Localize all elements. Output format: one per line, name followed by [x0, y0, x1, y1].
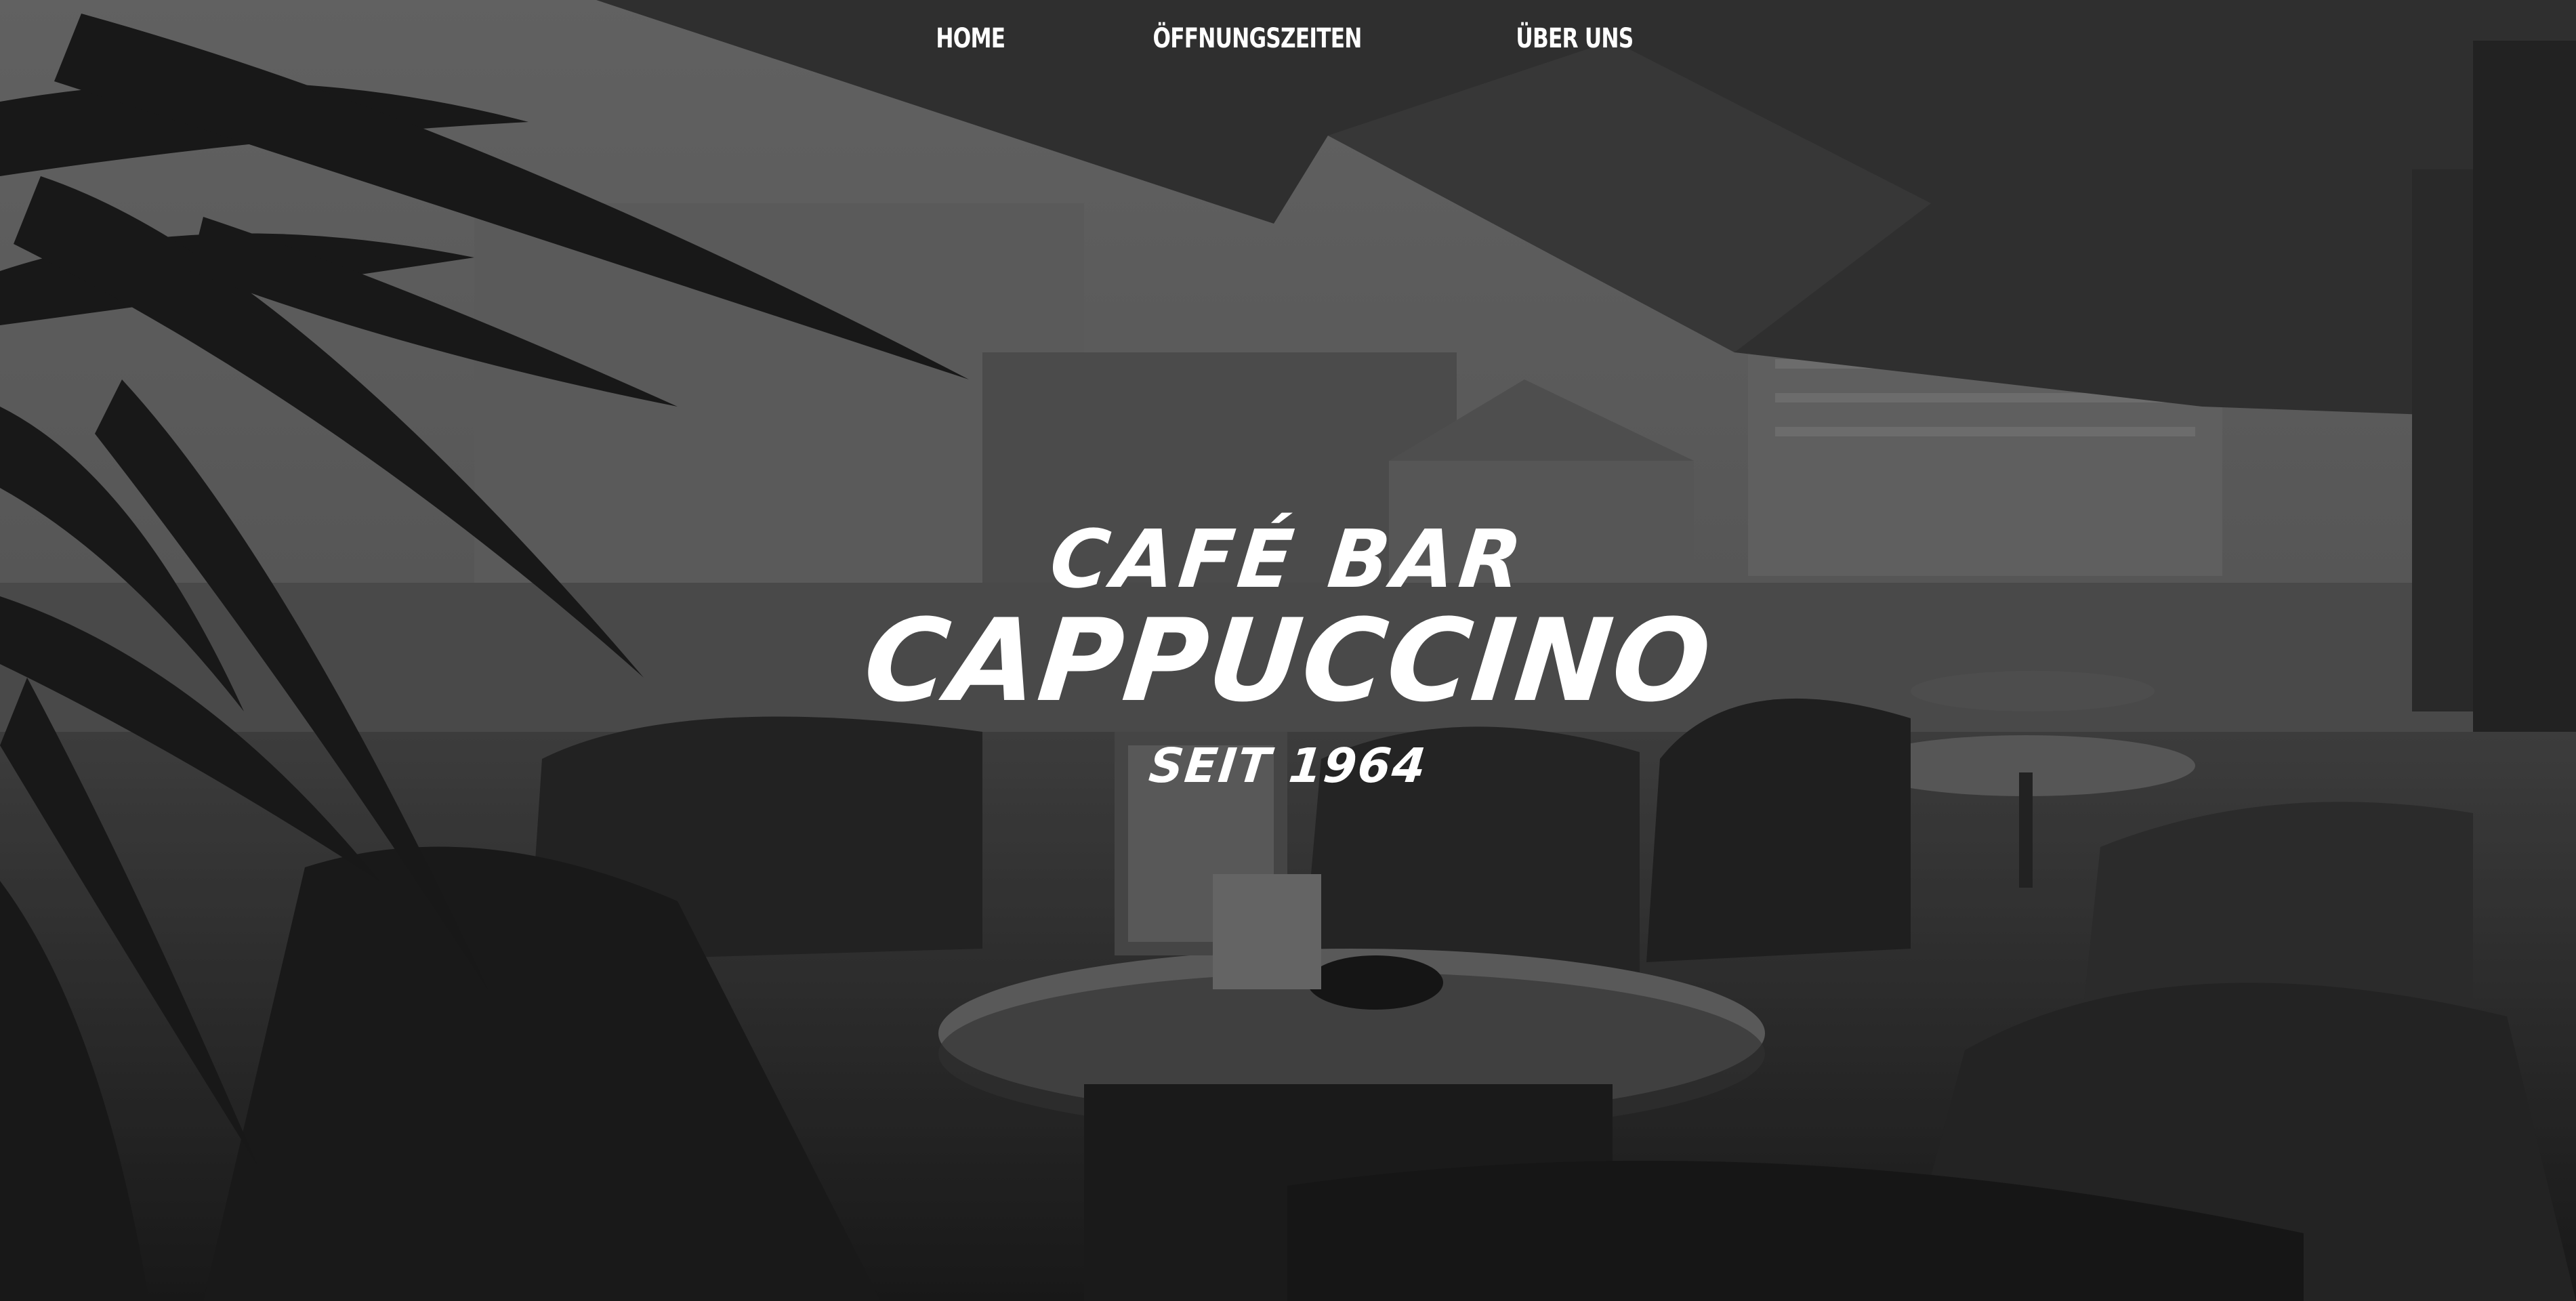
hero-title-cappuccino: CAPPUCCINO — [858, 594, 1718, 727]
hero-section: HOME ÖFFNUNGSZEITEN ÜBER UNS CAFÉ BAR CA… — [0, 0, 2576, 1301]
main-nav: HOME ÖFFNUNGSZEITEN ÜBER UNS — [0, 15, 2576, 62]
nav-item-oeffnungszeiten[interactable]: ÖFFNUNGSZEITEN — [1152, 23, 1362, 54]
hero-subtitle-cafe-bar: CAFÉ BAR — [1045, 512, 1531, 606]
nav-item-home[interactable]: HOME — [936, 23, 1006, 54]
nav-item-ueber-uns[interactable]: ÜBER UNS — [1516, 23, 1634, 54]
hero-tagline-since: SEIT 1964 — [1146, 738, 1430, 793]
hero-title-block: CAFÉ BAR CAPPUCCINO SEIT 1964 — [0, 512, 2576, 793]
